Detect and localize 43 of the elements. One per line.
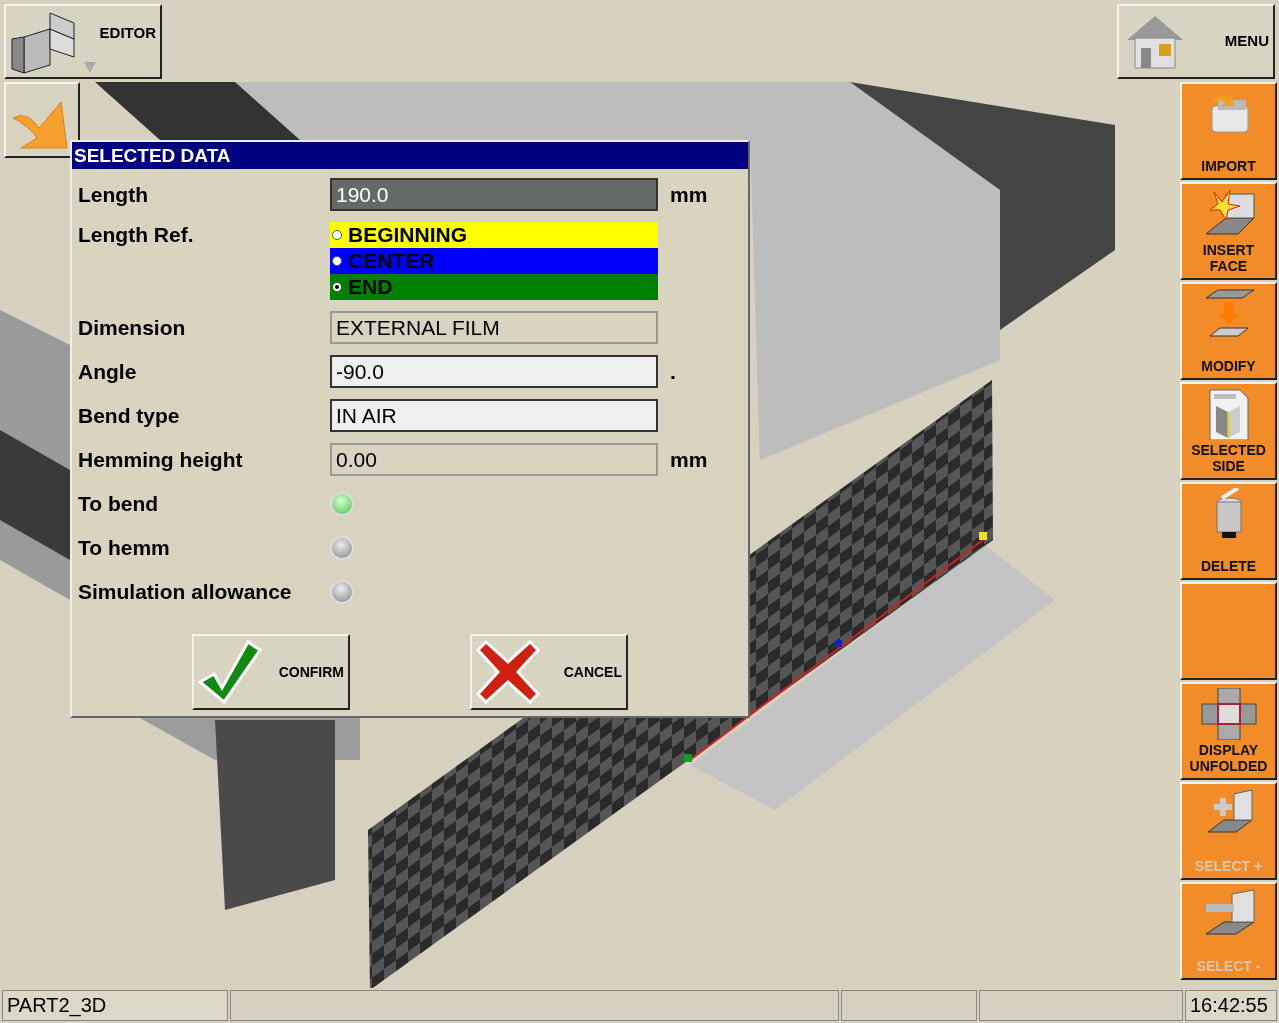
sidebar-button[interactable]: MODIFY: [1180, 282, 1277, 380]
status-clock: 16:42:55: [1185, 990, 1277, 1021]
close-icon: [476, 640, 540, 704]
3d-viewport[interactable]: SELECTED DATA Length 190.0 mm Length Ref. BEGINNING CENTER END Dimension EXTERNAL FILM Angle -90.0 . Bend type IN AIR Hemming height 0.00 mm To bend To hemm Simulation allowance CONFIRM CANCEL: [0, 80, 1180, 988]
field-label: Bend type: [78, 402, 181, 429]
unit-label: mm: [670, 181, 708, 208]
menu-button[interactable]: MENU: [1117, 4, 1275, 79]
field-label: Dimension: [78, 314, 187, 341]
field-label: Simulation allowance: [78, 579, 293, 605]
radio-option[interactable]: END: [330, 274, 658, 300]
radio-option[interactable]: BEGINNING: [330, 222, 658, 248]
field-label: To hemm: [78, 535, 171, 561]
dropdown-triangle-icon: [84, 62, 96, 73]
point-marker: [979, 532, 987, 540]
field-label: Length Ref.: [78, 222, 195, 248]
sidebar-button[interactable]: SELECTED SIDE: [1180, 382, 1277, 480]
radio-button[interactable]: [332, 256, 342, 266]
field-label: Hemming height: [78, 446, 244, 473]
field-label: Length: [78, 181, 149, 208]
confirm-button[interactable]: CONFIRM: [192, 634, 350, 710]
field-label: Angle: [78, 358, 138, 385]
sidebar-button[interactable]: DISPLAY UNFOLDED: [1180, 682, 1277, 780]
field-label: To bend: [78, 491, 160, 517]
value-field[interactable]: 0.00: [330, 443, 658, 476]
point-marker: [684, 754, 692, 762]
checkmark-icon: [198, 640, 262, 704]
status-part-name: PART2_3D: [2, 990, 228, 1021]
cancel-button[interactable]: CANCEL: [470, 634, 628, 710]
sidebar-button[interactable]: DELETE: [1180, 482, 1277, 580]
value-field[interactable]: 190.0: [330, 178, 658, 211]
value-field[interactable]: IN AIR: [330, 399, 658, 432]
unit-label: .: [670, 358, 676, 385]
point-marker: [835, 640, 842, 647]
unit-label: mm: [670, 446, 708, 473]
value-field[interactable]: -90.0: [330, 355, 658, 388]
editor-button[interactable]: EDITOR: [4, 4, 162, 79]
dialog-title: SELECTED DATA: [72, 142, 748, 169]
sidebar-button[interactable]: INSERT FACE: [1180, 182, 1277, 280]
value-field[interactable]: EXTERNAL FILM: [330, 311, 658, 344]
sidebar-button[interactable]: [1180, 582, 1277, 680]
radio-button[interactable]: [332, 230, 342, 240]
radio-button[interactable]: [332, 282, 342, 292]
sidebar-button[interactable]: IMPORT: [1180, 82, 1277, 180]
